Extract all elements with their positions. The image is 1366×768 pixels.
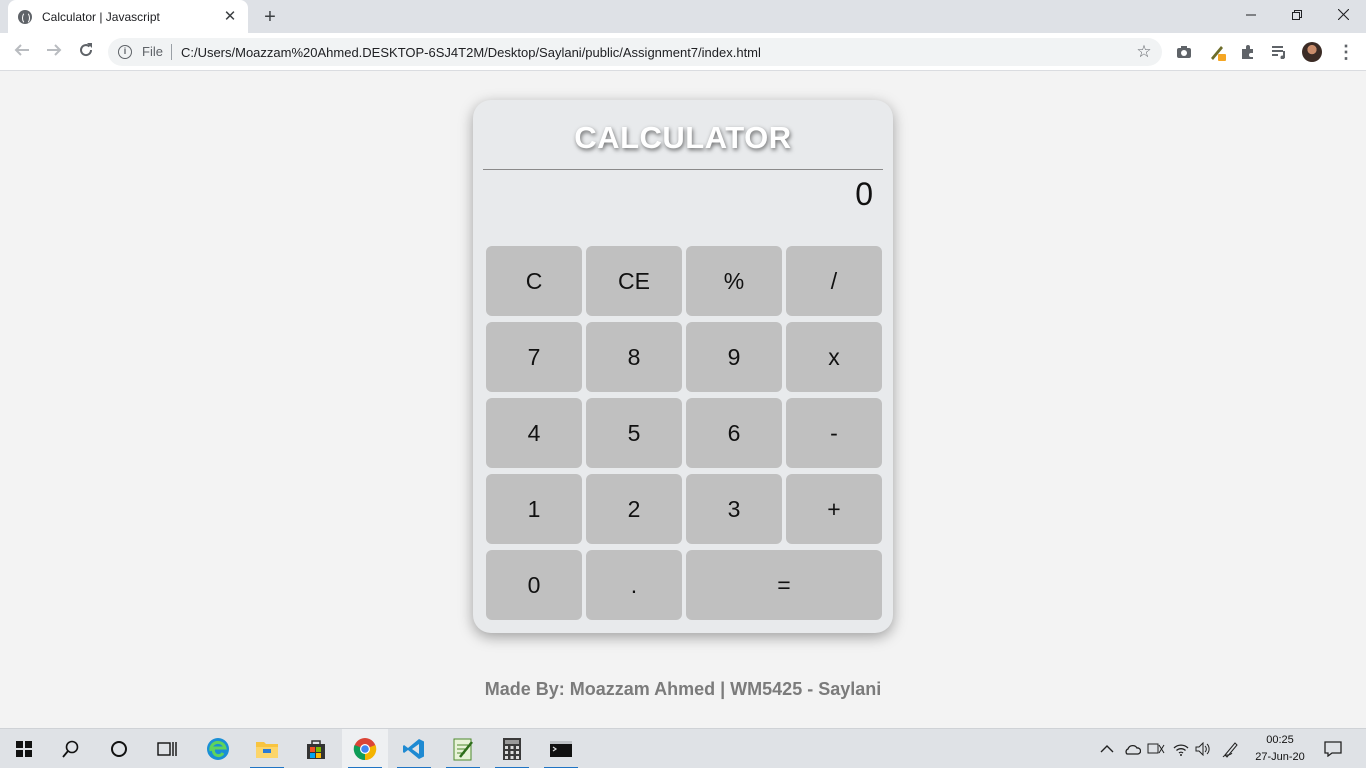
- digit-9-button[interactable]: 9: [686, 322, 782, 392]
- profile-avatar[interactable]: [1302, 42, 1322, 62]
- vscode-icon: [403, 739, 424, 759]
- start-button[interactable]: [1, 729, 47, 768]
- browser-toolbar: i File C:/Users/Moazzam%20Ahmed.DESKTOP-…: [0, 33, 1366, 71]
- address-bar[interactable]: i File C:/Users/Moazzam%20Ahmed.DESKTOP-…: [108, 38, 1162, 66]
- arrow-left-icon: [14, 44, 29, 56]
- calculator-app-button[interactable]: [489, 729, 535, 768]
- bookmark-star-icon[interactable]: ☆: [1132, 42, 1156, 62]
- forward-button[interactable]: [42, 40, 66, 64]
- clear-entry-button[interactable]: CE: [586, 246, 682, 316]
- vscode-button[interactable]: [391, 729, 437, 768]
- tab-close-button[interactable]: ✕: [222, 8, 238, 25]
- media-queue-icon[interactable]: [1269, 42, 1289, 62]
- tab-title: Calculator | Javascript: [42, 9, 160, 24]
- edge-icon: [207, 738, 229, 760]
- search-icon: [62, 740, 79, 758]
- windows-logo-icon: [16, 741, 32, 757]
- decimal-button[interactable]: .: [586, 550, 682, 620]
- add-button[interactable]: +: [786, 474, 882, 544]
- info-icon[interactable]: i: [118, 45, 132, 59]
- minimize-icon: [1246, 14, 1256, 16]
- show-hidden-icons-button[interactable]: [1100, 729, 1114, 768]
- globe-icon: [18, 9, 32, 24]
- restore-button[interactable]: [1274, 0, 1320, 30]
- title-divider: [483, 169, 883, 170]
- edge-button[interactable]: [195, 729, 241, 768]
- back-button[interactable]: [10, 40, 34, 64]
- clock-time: 00:25: [1266, 734, 1294, 746]
- digit-4-button[interactable]: 4: [486, 398, 582, 468]
- percent-button[interactable]: %: [686, 246, 782, 316]
- terminal-button[interactable]: [538, 729, 584, 768]
- clock-date: 27-Jun-20: [1255, 751, 1305, 763]
- notepad-icon: [453, 738, 473, 761]
- calculator-title: CALCULATOR: [574, 120, 792, 155]
- equals-button[interactable]: =: [686, 550, 882, 620]
- notification-icon: [1324, 741, 1342, 757]
- file-label: File: [142, 44, 172, 60]
- file-explorer-button[interactable]: [244, 729, 290, 768]
- pen-extension-icon[interactable]: [1207, 42, 1227, 62]
- terminal-icon: [550, 741, 572, 757]
- calculator-icon: [503, 738, 521, 760]
- footer-credit: Made By: Moazzam Ahmed | WM5425 - Saylan…: [484, 679, 882, 699]
- clear-button[interactable]: C: [486, 246, 582, 316]
- arrow-right-icon: [47, 44, 62, 56]
- onedrive-icon[interactable]: [1123, 729, 1141, 768]
- task-view-icon: [157, 742, 177, 756]
- taskbar-clock[interactable]: 00:25 27-Jun-20: [1248, 732, 1312, 766]
- digit-2-button[interactable]: 2: [586, 474, 682, 544]
- chevron-up-icon: [1100, 745, 1114, 753]
- browser-tab[interactable]: Calculator | Javascript ✕: [8, 0, 248, 33]
- volume-icon[interactable]: [1195, 729, 1211, 768]
- digit-6-button[interactable]: 6: [686, 398, 782, 468]
- reload-icon: [80, 43, 93, 57]
- cortana-circle-icon: [111, 741, 127, 757]
- calculator-display: 0: [855, 176, 873, 212]
- camera-icon[interactable]: [1174, 42, 1194, 62]
- close-icon: [1337, 8, 1349, 21]
- extensions-puzzle-icon[interactable]: [1238, 42, 1258, 62]
- digit-7-button[interactable]: 7: [486, 322, 582, 392]
- store-button[interactable]: [293, 729, 339, 768]
- digit-8-button[interactable]: 8: [586, 322, 682, 392]
- divide-button[interactable]: /: [786, 246, 882, 316]
- chrome-button[interactable]: [342, 729, 388, 768]
- search-button[interactable]: [48, 729, 94, 768]
- menu-kebab-icon[interactable]: ⋮: [1336, 42, 1356, 62]
- reload-button[interactable]: [74, 40, 98, 64]
- pen-ink-icon[interactable]: [1222, 729, 1240, 768]
- taskbar: 00:25 27-Jun-20: [0, 728, 1366, 768]
- calculator-card: CALCULATOR 0 C CE % / 7 8 9 x 4 5 6 - 1 …: [473, 100, 893, 633]
- minimize-button[interactable]: [1228, 0, 1274, 30]
- notepad-button[interactable]: [440, 729, 486, 768]
- notifications-button[interactable]: [1324, 729, 1342, 768]
- cortana-button[interactable]: [96, 729, 142, 768]
- digit-1-button[interactable]: 1: [486, 474, 582, 544]
- digit-3-button[interactable]: 3: [686, 474, 782, 544]
- digit-0-button[interactable]: 0: [486, 550, 582, 620]
- keypad: C CE % / 7 8 9 x 4 5 6 - 1 2 3 + 0 . =: [486, 246, 882, 620]
- task-view-button[interactable]: [144, 729, 190, 768]
- input-indicator-icon[interactable]: [1147, 729, 1165, 768]
- digit-5-button[interactable]: 5: [586, 398, 682, 468]
- wifi-icon[interactable]: [1173, 729, 1189, 768]
- chrome-icon: [353, 738, 377, 761]
- new-tab-button[interactable]: +: [259, 6, 281, 28]
- multiply-button[interactable]: x: [786, 322, 882, 392]
- store-bag-icon: [307, 740, 325, 759]
- subtract-button[interactable]: -: [786, 398, 882, 468]
- avatar: [1302, 42, 1322, 62]
- browser-tab-strip: Calculator | Javascript ✕ +: [0, 0, 1366, 33]
- close-window-button[interactable]: [1320, 0, 1366, 30]
- url-text[interactable]: C:/Users/Moazzam%20Ahmed.DESKTOP-6SJ4T2M…: [181, 45, 1132, 60]
- restore-icon: [1292, 10, 1302, 20]
- folder-icon: [256, 742, 278, 758]
